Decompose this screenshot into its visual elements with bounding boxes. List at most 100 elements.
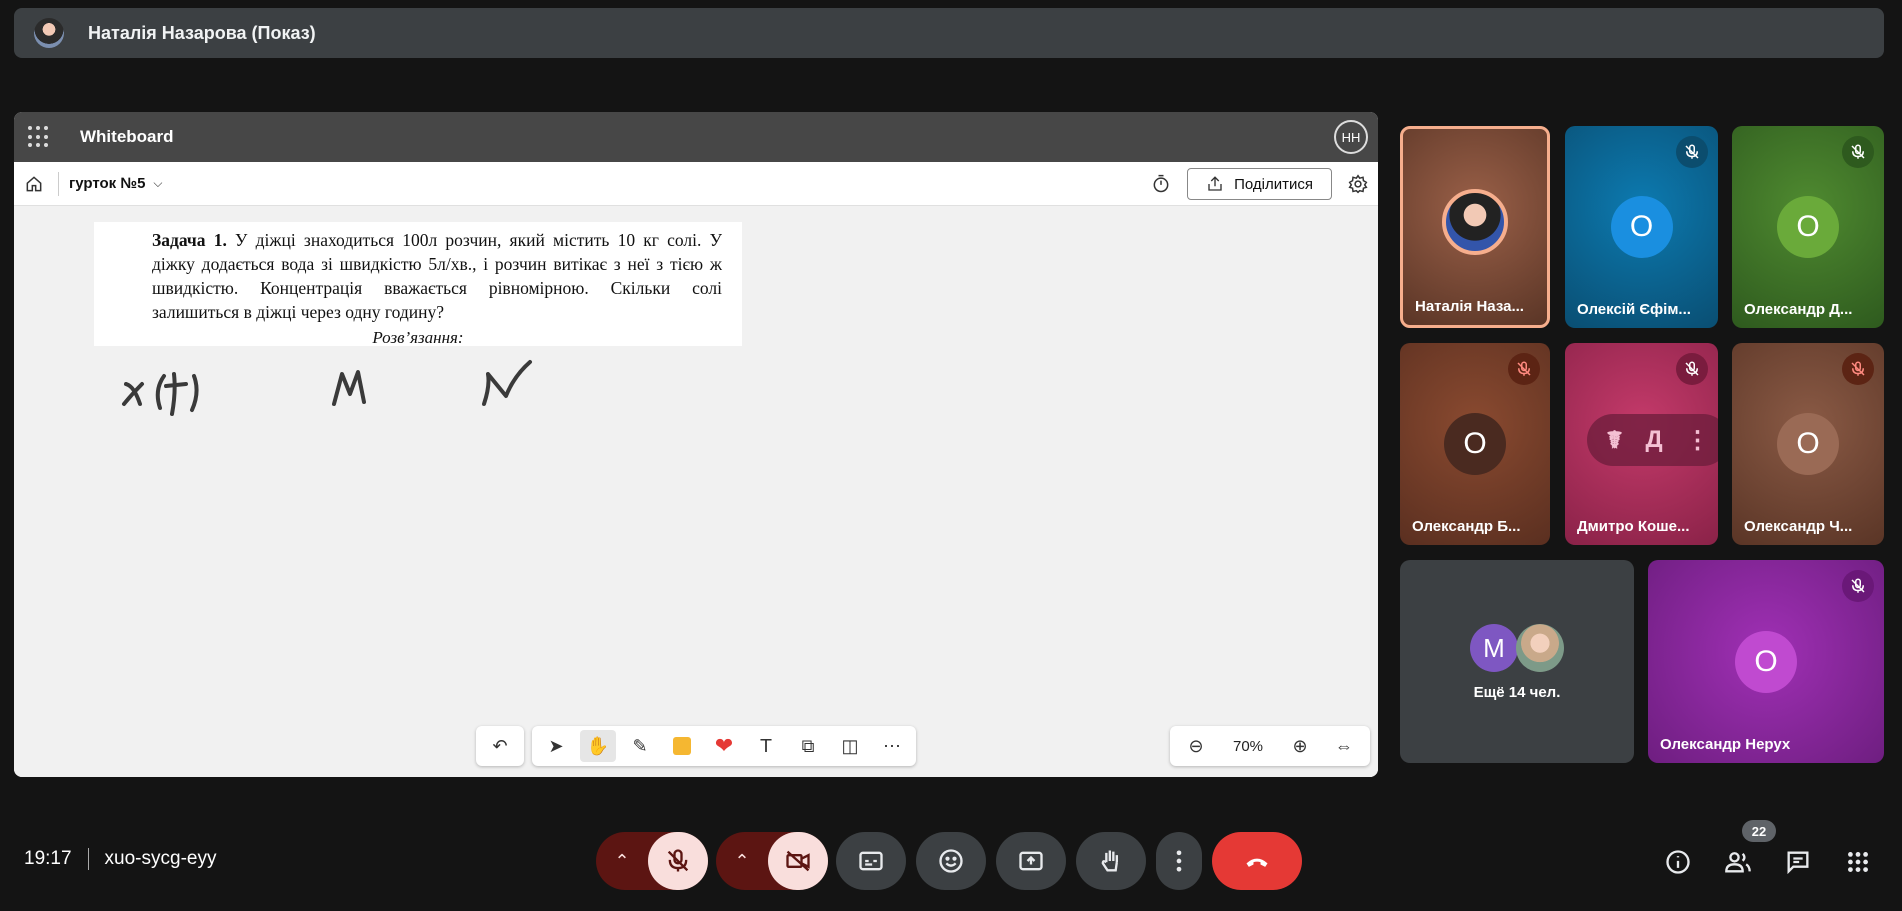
share-icon (1208, 176, 1222, 191)
meeting-info: 19:17 xuo-sycg-eyy (24, 848, 216, 870)
more-participants-label: Ещё 14 чел. (1473, 684, 1561, 701)
participant-tile[interactable]: О Олександр Б... (1400, 343, 1550, 545)
presenter-avatar (34, 18, 64, 48)
whiteboard-toolbar: гурток №5 ⌵ Поділитися (14, 162, 1378, 206)
task-label: Задача 1. (152, 230, 227, 250)
templates-icon[interactable]: ◫ (832, 730, 868, 762)
activities-button[interactable] (1838, 842, 1878, 882)
more-horizontal-icon[interactable]: ⋯ (874, 730, 910, 762)
mic-off-icon (667, 849, 689, 872)
phone-hangup-icon (1246, 858, 1268, 867)
participants-count-badge: 22 (1742, 820, 1776, 842)
shapes-icon[interactable]: ⧉ (790, 730, 826, 762)
mic-off-button[interactable] (648, 832, 708, 890)
info-icon (1666, 850, 1690, 874)
emoji-reactions-button[interactable] (916, 832, 986, 890)
people-icon (1725, 852, 1751, 873)
participant-tile[interactable]: О Олександр Ч... (1732, 343, 1884, 545)
meeting-details-button[interactable] (1658, 842, 1698, 882)
whiteboard-canvas[interactable]: Задача 1. У діжці знаходиться 100л розчи… (14, 206, 1378, 777)
participant-avatar: О (1610, 196, 1673, 258)
present-screen-icon (1019, 851, 1043, 871)
participant-avatar: О (1777, 196, 1839, 258)
captions-button[interactable] (836, 832, 906, 890)
mic-muted-icon (1676, 136, 1708, 168)
task-text: У діжці знаходиться 100л розчин, який мі… (152, 230, 722, 322)
presenter-bar: Наталія Назарова (Показ) (14, 8, 1884, 58)
tile-hover-actions: ☤ Д ⋮ (1587, 414, 1718, 466)
camera-off-button[interactable] (768, 832, 828, 890)
drawing-tools: ↶ ➤ ✋ ✎ ❤ T ⧉ ◫ ⋯ (476, 726, 916, 766)
undo-icon[interactable]: ↶ (482, 730, 518, 762)
people-button[interactable] (1718, 842, 1758, 882)
participant-avatar: О (1735, 630, 1797, 693)
more-avatar: М (1470, 624, 1518, 672)
zoom-out-icon[interactable]: ⊖ (1178, 730, 1214, 762)
share-button[interactable]: Поділитися (1187, 168, 1332, 200)
participant-name: Олександр Д... (1744, 301, 1853, 318)
select-arrow-icon[interactable]: ➤ (538, 730, 574, 762)
more-participants-tile[interactable]: М Ещё 14 чел. (1400, 560, 1634, 763)
pen-icon[interactable]: ✎ (622, 730, 658, 762)
captions-icon (859, 851, 883, 871)
participant-tile[interactable]: О Олександр Д... (1732, 126, 1884, 328)
heart-sticker-icon[interactable]: ❤ (706, 730, 742, 762)
sticky-note-icon[interactable] (664, 730, 700, 762)
divider (58, 171, 59, 196)
mic-muted-icon (1676, 353, 1708, 385)
chat-icon (1787, 851, 1809, 875)
chat-button[interactable] (1778, 842, 1818, 882)
tool-group: ➤ ✋ ✎ ❤ T ⧉ ◫ ⋯ (532, 726, 916, 766)
participant-photo (1442, 189, 1508, 255)
user-avatar[interactable]: НН (1334, 120, 1368, 154)
camera-control-group: ⌃ (716, 832, 828, 890)
participant-tile[interactable]: ☤ Д ⋮ Дмитро Коше... (1565, 343, 1718, 545)
hand-pan-icon[interactable]: ✋ (580, 730, 616, 762)
participant-name: Олександр Б... (1412, 518, 1521, 535)
gear-icon[interactable] (1348, 174, 1368, 194)
whiteboard-title: Whiteboard (80, 127, 174, 146)
timer-icon[interactable] (1151, 174, 1171, 194)
task-document: Задача 1. У діжці знаходиться 100л розчи… (94, 222, 742, 347)
board-name[interactable]: гурток №5 (69, 175, 145, 192)
mic-muted-icon (1842, 136, 1874, 168)
zoom-in-icon[interactable]: ⊕ (1282, 730, 1318, 762)
meet-window: Наталія Назарова (Показ) Whiteboard НН г… (0, 0, 1902, 911)
raise-hand-button[interactable] (1076, 832, 1146, 890)
fit-to-screen-icon[interactable]: ⇔ (1326, 730, 1362, 762)
present-screen-button[interactable] (996, 832, 1066, 890)
camera-options-chevron-icon[interactable]: ⌃ (716, 851, 768, 872)
participant-avatar: О (1444, 413, 1506, 475)
whiteboard-panel[interactable]: Whiteboard НН гурток №5 ⌵ Поділитися Зад… (14, 112, 1378, 777)
share-label: Поділитися (1234, 175, 1313, 193)
text-icon[interactable]: T (748, 730, 784, 762)
apps-grid-icon[interactable] (28, 126, 50, 148)
raise-hand-icon (1101, 850, 1118, 872)
zoom-controls: ⊖ 70% ⊕ ⇔ (1170, 726, 1370, 766)
more-vertical-icon (1176, 850, 1182, 872)
handwriting-ink (122, 360, 532, 416)
mic-muted-icon (1842, 570, 1874, 602)
emoji-icon (939, 849, 963, 873)
whiteboard-header: Whiteboard НН (14, 112, 1378, 162)
camera-off-icon (786, 850, 810, 872)
more-options-button[interactable] (1156, 832, 1202, 890)
participant-tile[interactable]: О Олександр Нерух (1648, 560, 1884, 763)
participant-name: Олександр Нерух (1660, 736, 1791, 753)
more-vertical-icon[interactable]: ⋮ (1686, 426, 1710, 455)
mic-control-group: ⌃ (596, 832, 708, 890)
participant-tile[interactable]: Наталія Наза... (1400, 126, 1550, 328)
chevron-down-icon[interactable]: ⌵ (153, 176, 162, 191)
zoom-level: 70% (1232, 737, 1264, 755)
leave-call-button[interactable] (1212, 832, 1302, 890)
home-icon[interactable] (24, 174, 44, 194)
participant-tile[interactable]: О Олексій Єфім... (1565, 126, 1718, 328)
presenter-title: Наталія Назарова (Показ) (88, 22, 316, 43)
undo-group: ↶ (476, 726, 524, 766)
participant-name: Олексій Єфім... (1577, 301, 1691, 318)
pin-icon[interactable]: ☤ (1606, 426, 1622, 455)
participant-name: Олександр Ч... (1744, 518, 1853, 535)
current-time: 19:17 (24, 848, 72, 869)
participant-avatar: О (1777, 413, 1839, 475)
mic-options-chevron-icon[interactable]: ⌃ (596, 851, 648, 872)
